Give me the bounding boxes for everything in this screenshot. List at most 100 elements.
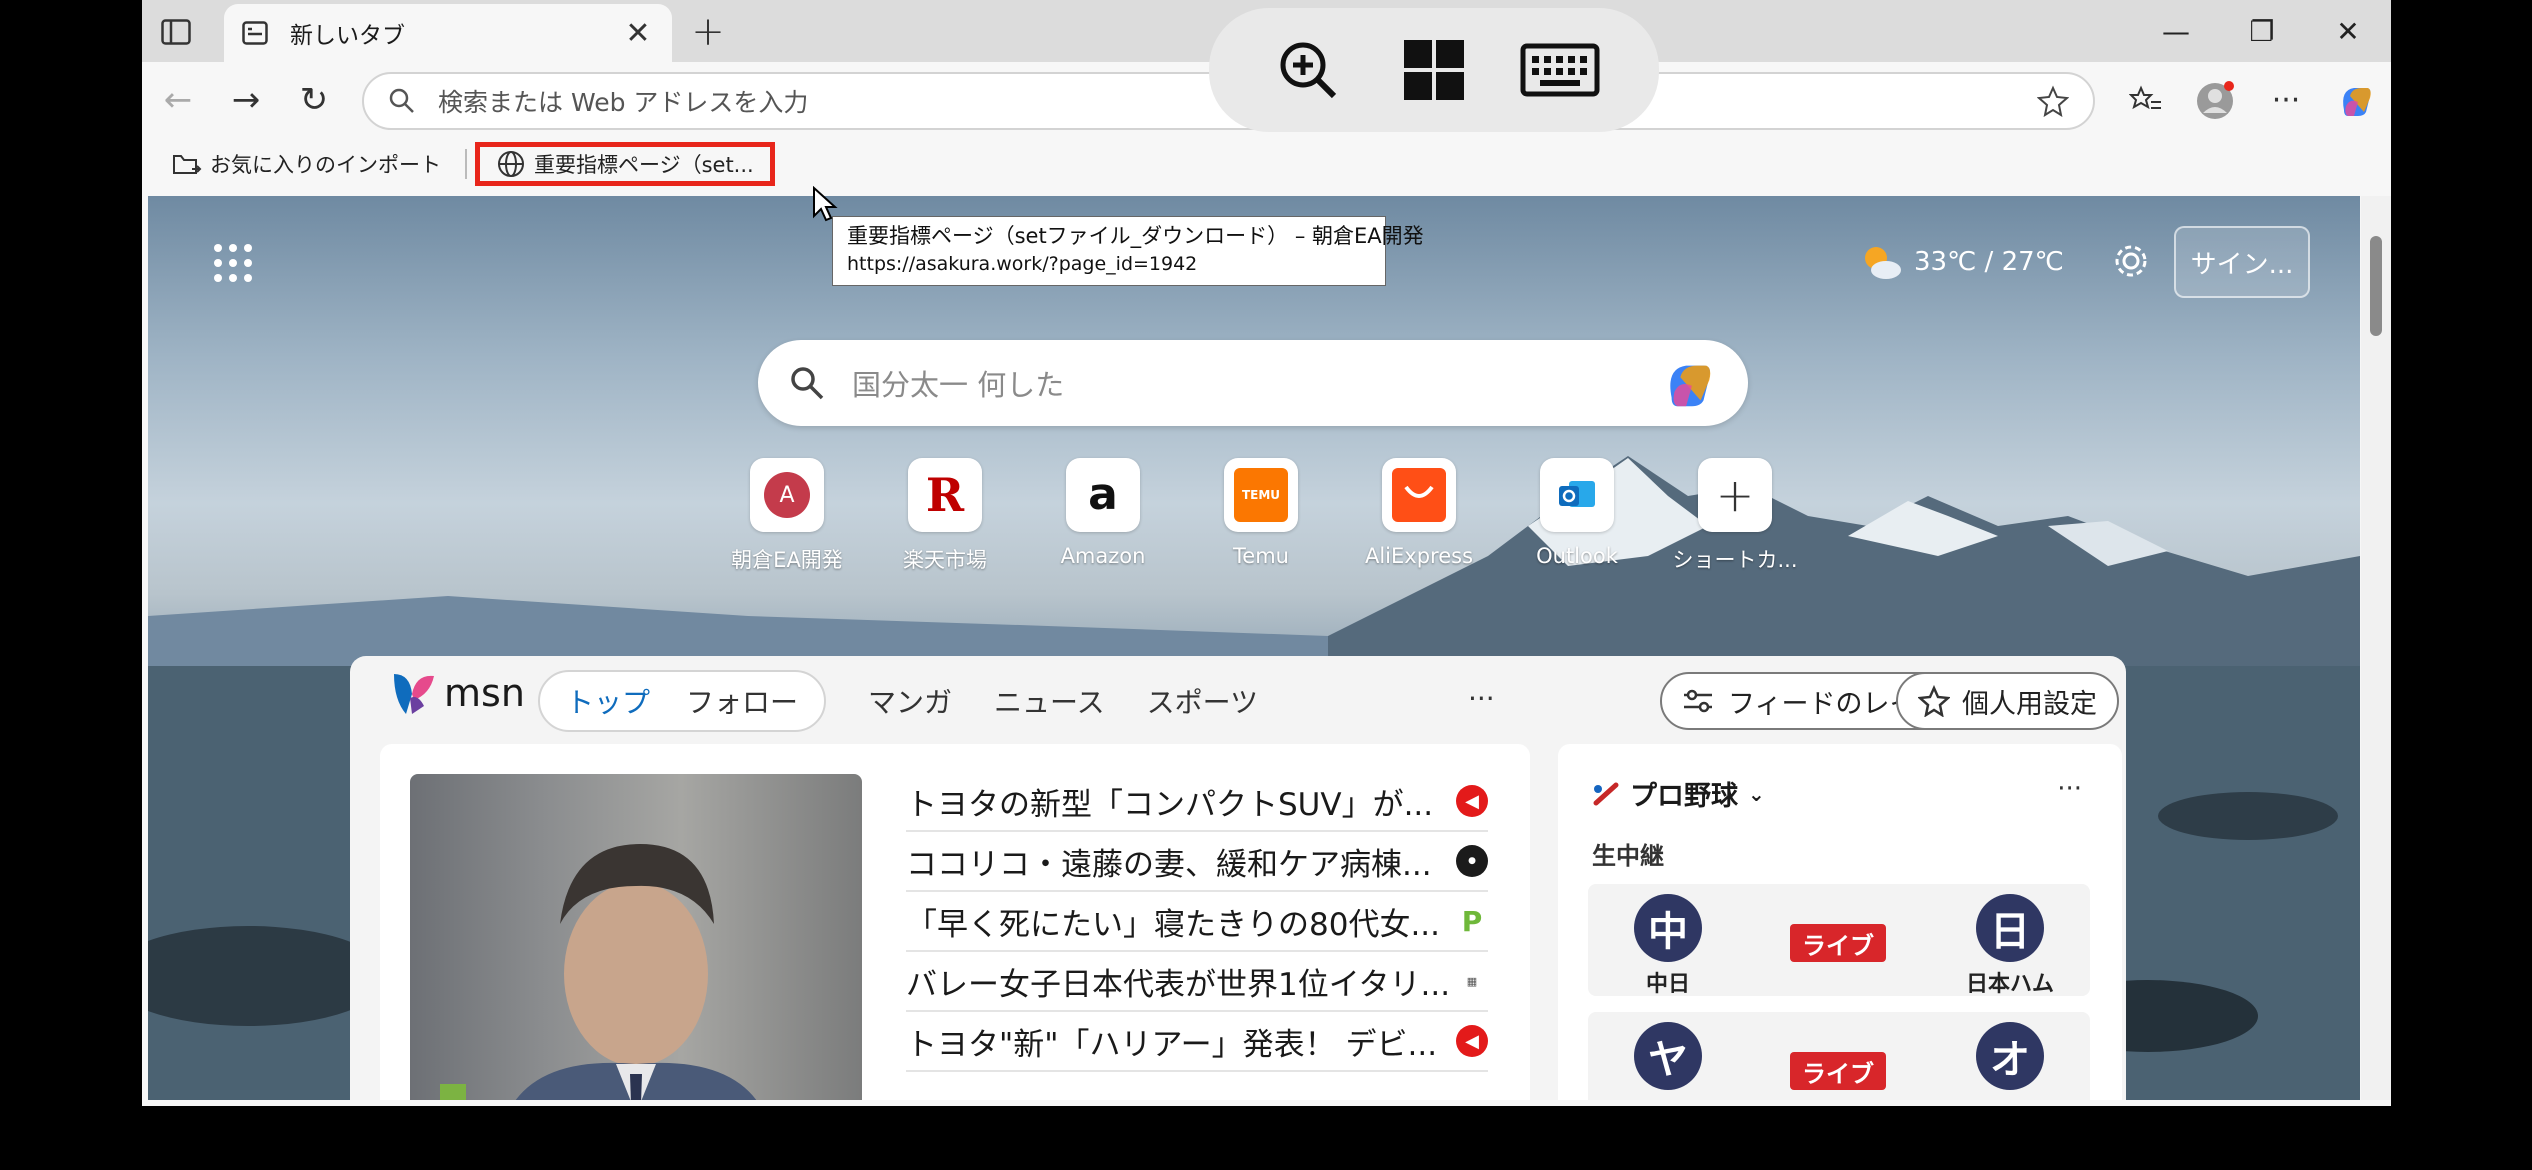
amazon-logo-icon: a: [1088, 469, 1118, 520]
team-logo-icon: オ: [1976, 1022, 2044, 1090]
tooltip-url: https://asakura.work/?page_id=1942: [847, 253, 1198, 275]
top-stories-card: トヨタの新型「コンパクトSUV」が... ◀ ココリコ・遠藤の妻、緩和ケア病棟.…: [380, 744, 1530, 1100]
shortcut-outlook[interactable]: Outlook: [1498, 458, 1656, 574]
avatar-icon: [2197, 81, 2234, 119]
import-favorites-link[interactable]: お気に入りのインポート: [156, 142, 457, 186]
headline-text: トヨタの新型「コンパクトSUV」が...: [906, 786, 1434, 823]
shortcut-rakuten[interactable]: R 楽天市場: [866, 458, 1024, 574]
keyboard-button[interactable]: [1520, 30, 1600, 110]
news-source-icon: ▦: [1456, 965, 1488, 997]
gear-icon: [2115, 245, 2147, 277]
zoom-in-icon: [1280, 42, 1337, 99]
live-badge: ライブ: [1790, 924, 1886, 962]
tab-top[interactable]: トップ: [548, 681, 668, 721]
shortcut-amazon[interactable]: a Amazon: [1024, 458, 1182, 574]
team-logo-icon: ヤ: [1634, 1022, 1702, 1090]
shortcut-temu[interactable]: TEMU Temu: [1182, 458, 1340, 574]
msn-butterfly-icon: [394, 674, 434, 714]
bookmark-separator: [465, 149, 467, 179]
import-folder-icon: [173, 155, 202, 174]
shortcut-tile: [1540, 458, 1614, 532]
feed-more-button[interactable]: ···: [1468, 682, 1495, 715]
search-icon: [791, 367, 824, 400]
headline-text: バレー女子日本代表が世界1位イタリ...: [906, 966, 1448, 1003]
favorite-star-icon[interactable]: [2037, 85, 2069, 117]
weather-widget[interactable]: 33℃ / 27℃: [1860, 232, 2064, 292]
shortcut-asakura[interactable]: A 朝倉EA開発: [708, 458, 866, 574]
sparkle-star-icon: [1918, 685, 1950, 717]
favorites-list-icon: [2129, 85, 2161, 110]
featured-news-image[interactable]: [410, 774, 862, 1100]
chevron-down-icon: ⌄: [1748, 781, 1765, 806]
tab-actions-button[interactable]: [156, 12, 196, 52]
back-button[interactable]: ←: [156, 78, 200, 122]
tab-new-tab[interactable]: 新しいタブ ✕: [224, 4, 672, 62]
web-search-box[interactable]: 国分太一 何した: [758, 340, 1748, 426]
copilot-button[interactable]: [2321, 74, 2391, 126]
headline-row[interactable]: バレー女子日本代表が世界1位イタリ... ▦: [906, 952, 1488, 1012]
tab-follow[interactable]: フォロー: [668, 681, 816, 721]
news-source-icon: ◀: [1456, 1025, 1488, 1057]
msn-logo[interactable]: msn: [390, 670, 525, 716]
forward-button[interactable]: →: [224, 78, 268, 122]
headline-row[interactable]: ココリコ・遠藤の妻、緩和ケア病棟... ●: [906, 832, 1488, 892]
home-team: 中 中日: [1608, 894, 1728, 998]
sign-in-button[interactable]: サイン...: [2174, 226, 2310, 298]
favorites-bar: お気に入りのインポート 重要指標ページ（set...: [142, 138, 2391, 190]
copilot-icon[interactable]: [1660, 354, 1718, 412]
shortcut-label: Amazon: [1060, 544, 1146, 568]
page-settings-button[interactable]: [2106, 236, 2156, 286]
profile-button[interactable]: [2181, 74, 2251, 126]
reload-button[interactable]: ↻: [292, 78, 336, 122]
aliexpress-bag-icon: [1392, 468, 1446, 522]
close-tab-icon[interactable]: ✕: [620, 15, 656, 51]
headline-row[interactable]: トヨタ"新"「ハリアー」発表！ デビ... ◀: [906, 1012, 1488, 1072]
sports-more-button[interactable]: ···: [2057, 774, 2082, 804]
bookmark-label: 重要指標ページ（set...: [534, 153, 754, 177]
globe-icon: [498, 151, 524, 177]
personalize-label: 個人用設定: [1962, 688, 2097, 720]
bookmark-important-page[interactable]: 重要指標ページ（set...: [475, 142, 775, 186]
news-source-icon: ●: [1456, 845, 1488, 877]
favorites-button[interactable]: [2111, 74, 2181, 126]
headline-row[interactable]: 「早く死にたい」寝たきりの80代女... P: [906, 892, 1488, 952]
away-team: オ: [1950, 1022, 2070, 1090]
match-row[interactable]: ヤ ライブ オ: [1588, 1012, 2090, 1100]
outlook-logo-icon: [1559, 481, 1595, 507]
shortcut-label: ショートカ...: [1672, 548, 1798, 572]
feed-nav: トップ フォロー マンガ ニュース スポーツ: [538, 670, 1258, 732]
page-scrollbar[interactable]: [2361, 196, 2391, 1100]
feed-link-sports[interactable]: スポーツ: [1147, 681, 1258, 721]
search-icon: [389, 88, 414, 113]
team-name: 中日: [1645, 972, 1690, 997]
feed-link-manga[interactable]: マンガ: [868, 681, 952, 721]
new-tab-button[interactable]: +: [686, 9, 730, 55]
windows-start-button[interactable]: [1394, 30, 1474, 110]
close-window-button[interactable]: ✕: [2305, 0, 2391, 62]
shortcut-label: Temu: [1233, 544, 1289, 568]
apps-launcher-icon[interactable]: [208, 238, 258, 288]
news-source-icon: ◀: [1456, 785, 1488, 817]
shortcut-aliexpress[interactable]: AliExpress: [1340, 458, 1498, 574]
shortcut-tile: [1382, 458, 1456, 532]
away-team: 日 日本ハム: [1950, 894, 2070, 998]
msn-feed: msn トップ フォロー マンガ ニュース スポーツ ··· フィードのレイアウ…: [350, 656, 2126, 1100]
sports-title[interactable]: プロ野球 ⌄: [1592, 774, 1765, 813]
mouse-cursor-icon: [813, 186, 838, 222]
minimize-button[interactable]: —: [2133, 0, 2219, 62]
settings-more-button[interactable]: ···: [2251, 74, 2321, 126]
match-row[interactable]: 中 中日 ライブ 日 日本ハム: [1588, 884, 2090, 998]
zoom-button[interactable]: [1268, 30, 1348, 110]
shortcut-tile: TEMU: [1224, 458, 1298, 532]
feed-tab-group: トップ フォロー: [538, 670, 827, 732]
search-placeholder: 国分太一 何した: [852, 368, 1065, 402]
headline-row[interactable]: トヨタの新型「コンパクトSUV」が... ◀: [906, 772, 1488, 832]
add-shortcut[interactable]: + ショートカ...: [1656, 458, 1814, 574]
feed-link-news[interactable]: ニュース: [994, 681, 1105, 721]
restore-button[interactable]: ❐: [2219, 0, 2305, 62]
personalize-button[interactable]: 個人用設定: [1896, 672, 2119, 730]
shortcut-tile: A: [750, 458, 824, 532]
tab-actions-icon: [161, 19, 191, 45]
scrollbar-thumb[interactable]: [2370, 236, 2382, 336]
bookmark-tooltip: 重要指標ページ（setファイル_ダウンロード） – 朝倉EA開発 https:/…: [832, 216, 1424, 286]
